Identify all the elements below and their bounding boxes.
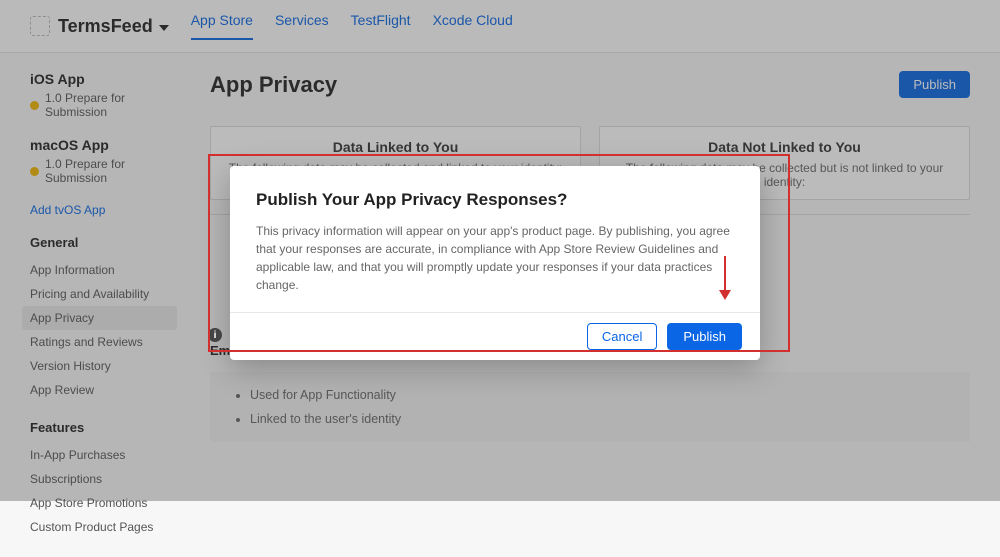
cancel-button[interactable]: Cancel [587,323,657,350]
modal-text: This privacy information will appear on … [256,222,734,294]
sidebar-item-custom-pages[interactable]: Custom Product Pages [30,515,190,539]
modal-overlay: Publish Your App Privacy Responses? This… [0,0,1000,501]
modal-title: Publish Your App Privacy Responses? [256,190,734,210]
info-icon: i [208,328,222,342]
publish-modal: Publish Your App Privacy Responses? This… [230,166,760,360]
modal-publish-button[interactable]: Publish [667,323,742,350]
